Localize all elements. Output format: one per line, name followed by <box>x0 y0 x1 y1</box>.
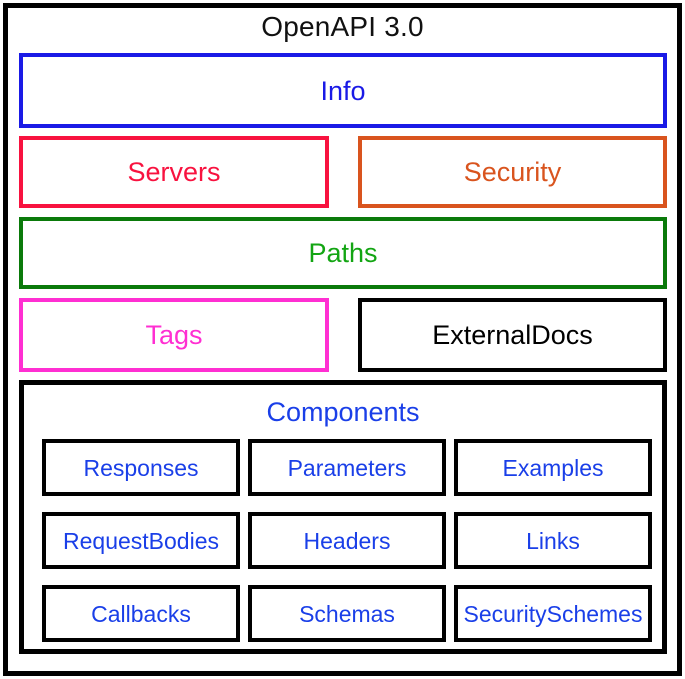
components-cell: RequestBodies <box>38 512 244 569</box>
component-label-responses: Responses <box>83 454 199 481</box>
component-label-schemas: Schemas <box>299 600 395 627</box>
component-label-examples: Examples <box>502 454 604 481</box>
section-label-security: Security <box>463 157 562 187</box>
section-box-components: Components Responses Parameters Examples <box>19 380 667 654</box>
section-box-info: Info <box>19 53 667 128</box>
section-label-tags: Tags <box>145 320 203 350</box>
section-label-components: Components <box>266 397 420 427</box>
components-cell: Schemas <box>244 585 450 642</box>
components-cell: Responses <box>38 439 244 496</box>
component-label-links: Links <box>526 527 580 554</box>
page-title: OpenAPI 3.0 <box>261 11 424 42</box>
components-cell: Links <box>450 512 656 569</box>
component-box-headers: Headers <box>248 512 446 569</box>
components-cell: Callbacks <box>38 585 244 642</box>
section-box-tags: Tags <box>19 298 329 372</box>
component-box-securityschemes: SecuritySchemes <box>454 585 652 642</box>
section-label-servers: Servers <box>127 157 221 187</box>
section-label-info: Info <box>320 75 366 106</box>
component-box-schemas: Schemas <box>248 585 446 642</box>
components-cell: Headers <box>244 512 450 569</box>
component-label-parameters: Parameters <box>287 454 407 481</box>
section-label-externaldocs: ExternalDocs <box>432 320 593 350</box>
component-box-examples: Examples <box>454 439 652 496</box>
component-box-requestbodies: RequestBodies <box>42 512 240 569</box>
section-box-servers: Servers <box>19 136 329 208</box>
component-label-headers: Headers <box>303 527 391 554</box>
section-box-security: Security <box>358 136 667 208</box>
components-cell: SecuritySchemes <box>450 585 656 642</box>
component-label-securityschemes: SecuritySchemes <box>463 600 643 627</box>
section-box-externaldocs: ExternalDocs <box>358 298 667 372</box>
component-label-requestbodies: RequestBodies <box>63 527 219 554</box>
component-box-links: Links <box>454 512 652 569</box>
section-label-paths: Paths <box>308 238 378 268</box>
components-cell: Parameters <box>244 439 450 496</box>
components-grid: Responses Parameters Examples RequestBod… <box>38 439 656 642</box>
component-box-responses: Responses <box>42 439 240 496</box>
component-box-parameters: Parameters <box>248 439 446 496</box>
component-label-callbacks: Callbacks <box>91 600 191 627</box>
section-box-paths: Paths <box>19 217 667 289</box>
component-box-callbacks: Callbacks <box>42 585 240 642</box>
components-cell: Examples <box>450 439 656 496</box>
openapi-structure-diagram: OpenAPI 3.0 Info Servers Security Paths … <box>0 0 685 679</box>
